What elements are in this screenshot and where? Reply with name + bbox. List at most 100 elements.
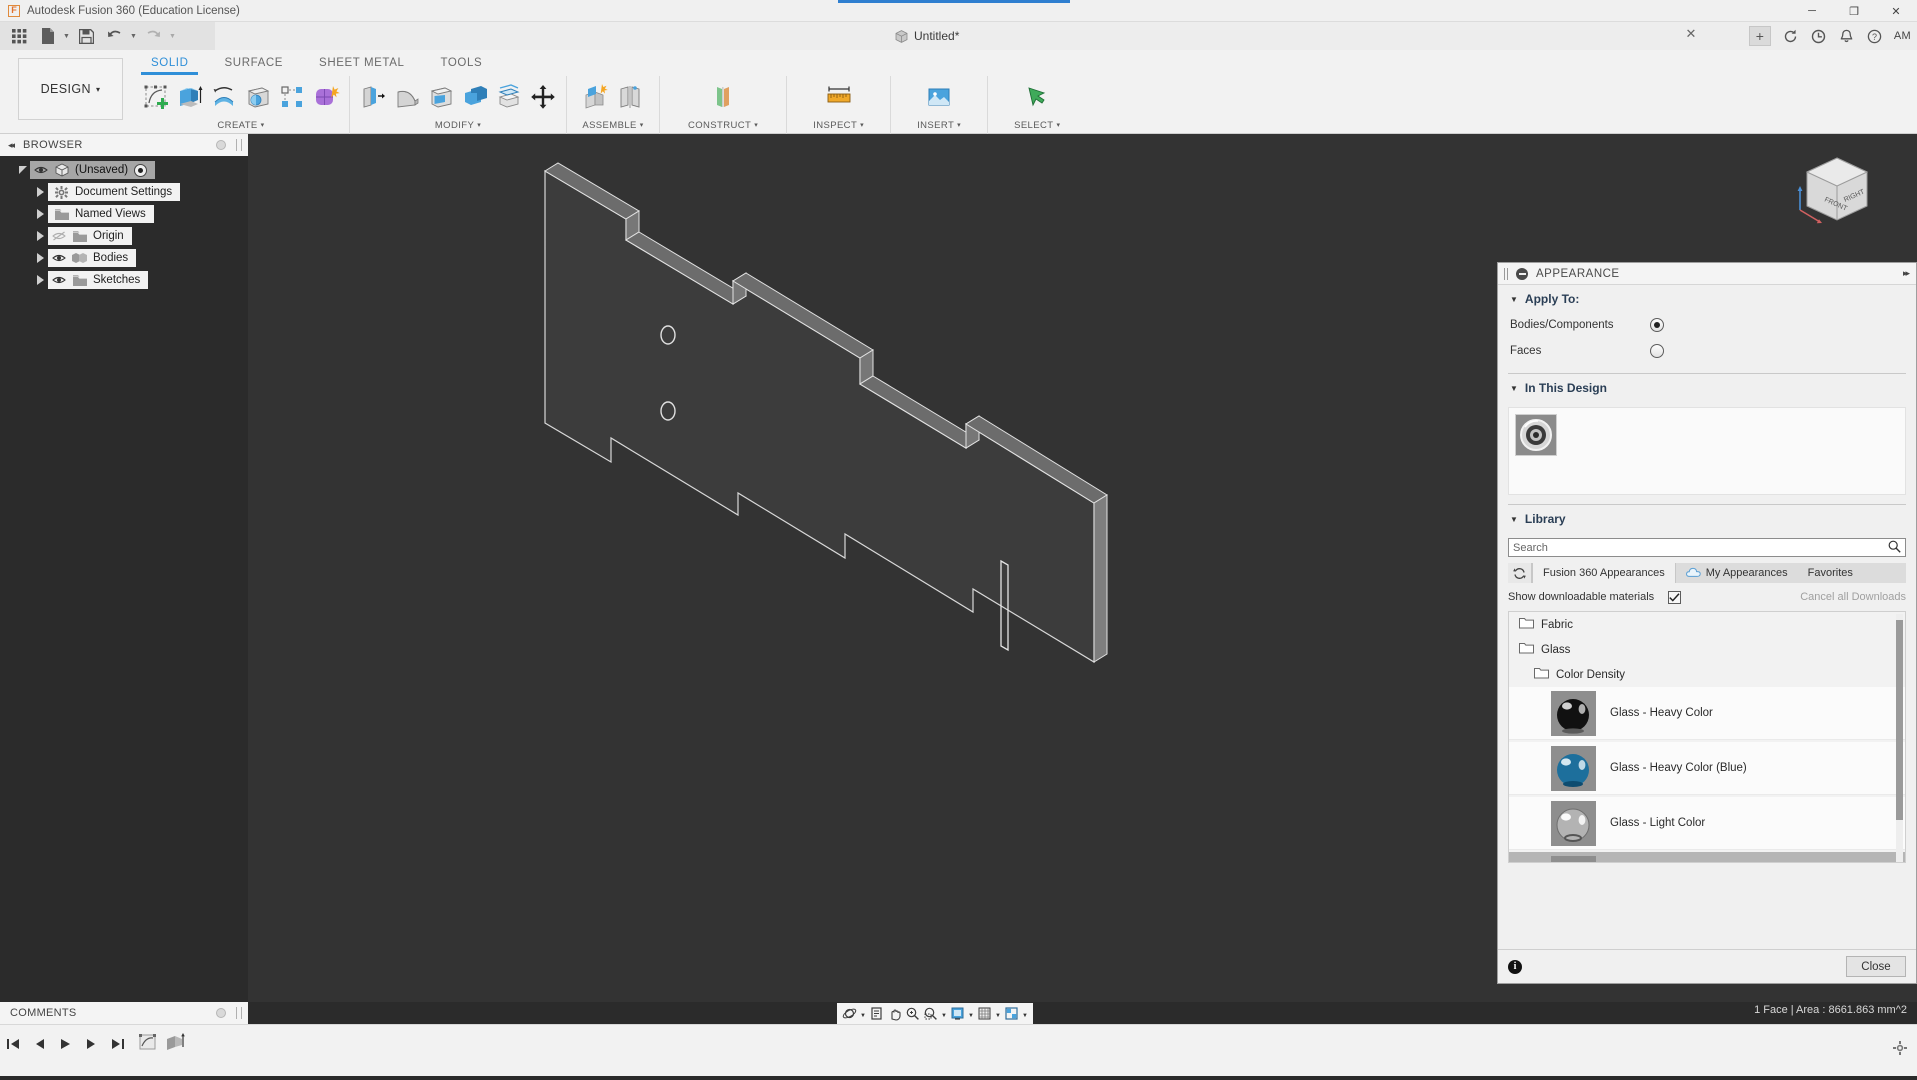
workspace-switcher[interactable]: DESIGN ▾ xyxy=(18,58,123,120)
appearance-swatch-chrome[interactable] xyxy=(1515,414,1557,456)
shell-icon[interactable] xyxy=(426,80,456,114)
tab-surface[interactable]: SURFACE xyxy=(207,52,302,74)
apply-to-bodies-radio[interactable] xyxy=(1650,318,1664,332)
notifications-icon[interactable] xyxy=(1838,28,1855,45)
tab-favorites[interactable]: Favorites xyxy=(1798,563,1863,583)
browser-item-document-settings[interactable]: Document Settings xyxy=(0,182,248,202)
ribbon-group-inspect-label[interactable]: INSPECT ▾ xyxy=(813,118,864,132)
new-document-caret-icon[interactable]: ▼ xyxy=(62,24,71,48)
grid-snaps-caret-icon[interactable]: ▼ xyxy=(994,1004,1002,1023)
close-button[interactable]: Close xyxy=(1846,956,1906,977)
library-folder-fabric[interactable]: Fabric xyxy=(1509,612,1905,637)
browser-resize-grip[interactable] xyxy=(236,139,242,151)
save-icon[interactable] xyxy=(73,24,99,48)
dialog-drag-grip[interactable] xyxy=(1504,267,1508,280)
redo-icon[interactable] xyxy=(140,24,166,48)
skip-start-icon[interactable] xyxy=(6,1036,21,1051)
ribbon-group-create-label[interactable]: CREATE ▾ xyxy=(217,118,264,132)
job-status-icon[interactable] xyxy=(1810,28,1827,45)
tab-my-appearances[interactable]: My Appearances xyxy=(1676,563,1798,583)
orbit-icon[interactable] xyxy=(841,1004,858,1023)
look-at-icon[interactable] xyxy=(868,1004,885,1023)
expand-arrow-icon[interactable] xyxy=(34,187,48,197)
help-icon[interactable]: ? xyxy=(1866,28,1883,45)
expand-arrow-icon[interactable] xyxy=(16,165,30,175)
redo-caret-icon[interactable]: ▼ xyxy=(168,24,177,48)
tab-tools[interactable]: TOOLS xyxy=(422,52,500,74)
visibility-eye-icon[interactable] xyxy=(52,251,66,265)
cancel-all-downloads-button[interactable]: Cancel all Downloads xyxy=(1800,591,1906,603)
library-folder-color-density[interactable]: Color Density xyxy=(1509,662,1905,687)
form-icon[interactable] xyxy=(311,80,341,114)
measure-icon[interactable] xyxy=(824,80,854,114)
zoom-window-caret-icon[interactable]: ▼ xyxy=(940,1004,948,1023)
library-refresh-icon[interactable] xyxy=(1508,563,1532,583)
ribbon-group-insert-label[interactable]: INSERT ▾ xyxy=(917,118,961,132)
apply-to-faces-row[interactable]: Faces xyxy=(1498,338,1916,364)
apply-to-faces-radio[interactable] xyxy=(1650,344,1664,358)
joint-icon[interactable] xyxy=(615,80,645,114)
close-window-button[interactable]: ✕ xyxy=(1875,0,1917,22)
ribbon-group-modify-label[interactable]: MODIFY ▾ xyxy=(435,118,481,132)
browser-item-named-views[interactable]: Named Views xyxy=(0,204,248,224)
comments-panel-header[interactable]: COMMENTS xyxy=(0,1002,248,1024)
ribbon-group-select-label[interactable]: SELECT ▾ xyxy=(1014,118,1060,132)
visibility-eye-icon[interactable] xyxy=(34,163,48,177)
browser-item-origin[interactable]: Origin xyxy=(0,226,248,246)
viewports-caret-icon[interactable]: ▼ xyxy=(1021,1004,1029,1023)
new-component-icon[interactable] xyxy=(581,80,611,114)
document-tab[interactable]: Untitled* xyxy=(895,24,959,48)
tab-solid[interactable]: SOLID xyxy=(133,52,207,74)
new-document-icon[interactable] xyxy=(34,24,60,48)
viewports-icon[interactable] xyxy=(1003,1004,1020,1023)
show-downloadable-checkbox[interactable] xyxy=(1668,590,1682,604)
step-forward-icon[interactable] xyxy=(84,1036,99,1051)
material-library-list[interactable]: Fabric Glass Color Density Glass - Heavy… xyxy=(1508,611,1906,863)
offset-plane-icon[interactable] xyxy=(708,80,738,114)
appearance-dialog-header[interactable]: APPEARANCE ▸▸ xyxy=(1498,263,1916,285)
play-icon[interactable] xyxy=(58,1036,73,1051)
tab-sheet-metal[interactable]: SHEET METAL xyxy=(301,52,422,74)
material-item-glass-heavy-color-blue[interactable]: Glass - Heavy Color (Blue) xyxy=(1509,742,1905,795)
library-search-input[interactable]: Search xyxy=(1513,542,1548,554)
material-item-glass-light-color-blue[interactable]: Glass - Light Color (Blue) xyxy=(1509,852,1905,862)
material-item-glass-heavy-color[interactable]: Glass - Heavy Color xyxy=(1509,687,1905,740)
library-folder-glass[interactable]: Glass xyxy=(1509,637,1905,662)
display-settings-caret-icon[interactable]: ▼ xyxy=(967,1004,975,1023)
collapse-dialog-icon[interactable] xyxy=(1516,267,1528,280)
visibility-eye-off-icon[interactable] xyxy=(52,229,66,243)
expand-arrow-icon[interactable] xyxy=(34,275,48,285)
insert-mcmaster-icon[interactable] xyxy=(924,80,954,114)
extrude-feature-icon[interactable] xyxy=(164,1031,186,1058)
extrude-icon[interactable] xyxy=(175,80,205,114)
revolve-icon[interactable] xyxy=(209,80,239,114)
expand-arrow-icon[interactable] xyxy=(34,209,48,219)
material-item-glass-light-color[interactable]: Glass - Light Color xyxy=(1509,797,1905,850)
library-section-header[interactable]: ▼ Library xyxy=(1498,505,1916,532)
expand-arrow-icon[interactable] xyxy=(34,253,48,263)
sketch-feature-icon[interactable] xyxy=(138,1031,160,1058)
select-icon[interactable] xyxy=(1022,80,1052,114)
apply-to-section-header[interactable]: ▼ Apply To: xyxy=(1498,285,1916,312)
comments-options-icon[interactable] xyxy=(216,1008,226,1018)
pattern-icon[interactable] xyxy=(277,80,307,114)
info-icon[interactable]: i xyxy=(1508,959,1522,974)
in-this-design-section-header[interactable]: ▼ In This Design xyxy=(1498,374,1916,401)
apply-to-bodies-row[interactable]: Bodies/Components xyxy=(1498,312,1916,338)
display-settings-icon[interactable] xyxy=(949,1004,966,1023)
zoom-window-icon[interactable] xyxy=(922,1004,939,1023)
view-cube[interactable]: FRONT RIGHT xyxy=(1787,146,1887,246)
browser-item-sketches[interactable]: Sketches xyxy=(0,270,248,290)
refresh-icon[interactable] xyxy=(1782,28,1799,45)
user-initials-badge[interactable]: AM xyxy=(1894,30,1911,42)
offset-face-icon[interactable] xyxy=(494,80,524,114)
browser-collapse-icon[interactable]: ◂◂ xyxy=(8,140,15,151)
skip-end-icon[interactable] xyxy=(110,1036,125,1051)
zoom-icon[interactable] xyxy=(904,1004,921,1023)
document-tab-close-icon[interactable]: ✕ xyxy=(1683,26,1699,42)
expand-dialog-icon[interactable]: ▸▸ xyxy=(1903,268,1916,279)
pan-icon[interactable] xyxy=(886,1004,903,1023)
sweep-icon[interactable] xyxy=(243,80,273,114)
comments-resize-grip[interactable] xyxy=(236,1007,242,1019)
component-activate-radio[interactable] xyxy=(134,163,148,177)
